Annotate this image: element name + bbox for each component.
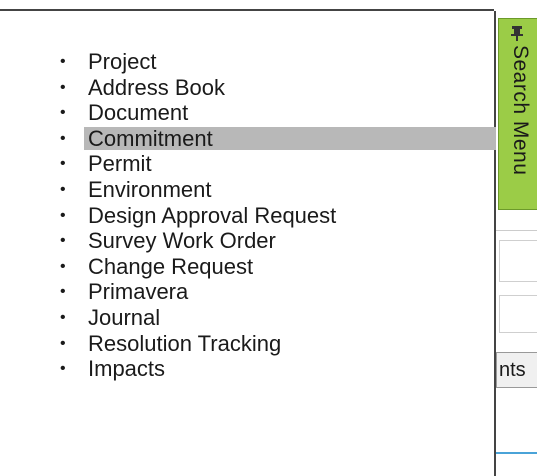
bullet-icon: • bbox=[60, 334, 66, 352]
menu-item-label: Document bbox=[88, 100, 189, 126]
menu-item-label: Project bbox=[88, 49, 157, 74]
partial-button[interactable]: nts bbox=[496, 352, 537, 388]
bullet-icon: • bbox=[60, 232, 66, 250]
bullet-icon: • bbox=[60, 257, 66, 275]
menu-item-environment[interactable]: • Environment bbox=[60, 177, 496, 203]
bullet-icon: • bbox=[60, 283, 66, 301]
accent-divider bbox=[496, 452, 537, 454]
menu-item-project[interactable]: • Project bbox=[60, 49, 496, 75]
menu-item-change-request[interactable]: • Change Request bbox=[60, 254, 496, 280]
bullet-icon: • bbox=[60, 360, 66, 378]
menu-item-label: Primavera bbox=[88, 279, 189, 305]
menu-item-resolution-tracking[interactable]: • Resolution Tracking bbox=[60, 331, 496, 357]
bullet-icon: • bbox=[60, 78, 66, 96]
menu-item-design-approval-request[interactable]: • Design Approval Request bbox=[60, 203, 496, 229]
menu-item-label: Resolution Tracking bbox=[88, 330, 282, 356]
menu-item-permit[interactable]: • Permit bbox=[60, 151, 496, 177]
menu-item-label: Journal bbox=[88, 304, 161, 330]
menu-item-label: Change Request bbox=[88, 253, 254, 279]
bullet-icon: • bbox=[60, 155, 66, 173]
menu-item-label: Design Approval Request bbox=[88, 202, 337, 228]
menu-item-label: Commitment bbox=[88, 125, 213, 151]
partial-input-field[interactable] bbox=[499, 295, 537, 333]
menu-item-address-book[interactable]: • Address Book bbox=[60, 75, 496, 101]
menu-item-document[interactable]: • Document bbox=[60, 100, 496, 126]
menu-item-commitment[interactable]: • Commitment bbox=[60, 126, 496, 152]
menu-item-primavera[interactable]: • Primavera bbox=[60, 279, 496, 305]
bullet-icon: • bbox=[60, 206, 66, 224]
search-menu-list: • Project • Address Book • Document • Co… bbox=[60, 49, 496, 382]
bullet-icon: • bbox=[60, 104, 66, 122]
menu-item-impacts[interactable]: • Impacts bbox=[60, 356, 496, 382]
menu-item-label: Environment bbox=[88, 176, 212, 202]
menu-item-label: Survey Work Order bbox=[88, 228, 276, 254]
search-menu-panel: • Project • Address Book • Document • Co… bbox=[0, 11, 496, 476]
menu-item-label: Impacts bbox=[88, 356, 166, 382]
menu-item-journal[interactable]: • Journal bbox=[60, 305, 496, 331]
search-menu-tab[interactable]: Search Menu bbox=[498, 18, 537, 210]
search-menu-tab-label: Search Menu bbox=[509, 45, 532, 176]
menu-item-label: Address Book bbox=[88, 74, 225, 100]
bullet-icon: • bbox=[60, 308, 66, 326]
menu-item-survey-work-order[interactable]: • Survey Work Order bbox=[60, 228, 496, 254]
bullet-icon: • bbox=[60, 129, 66, 147]
pin-icon[interactable] bbox=[509, 25, 525, 46]
bullet-icon: • bbox=[60, 53, 66, 70]
menu-item-label: Permit bbox=[88, 151, 152, 177]
partial-input-field[interactable] bbox=[499, 240, 537, 282]
bullet-icon: • bbox=[60, 180, 66, 198]
divider bbox=[496, 230, 537, 231]
